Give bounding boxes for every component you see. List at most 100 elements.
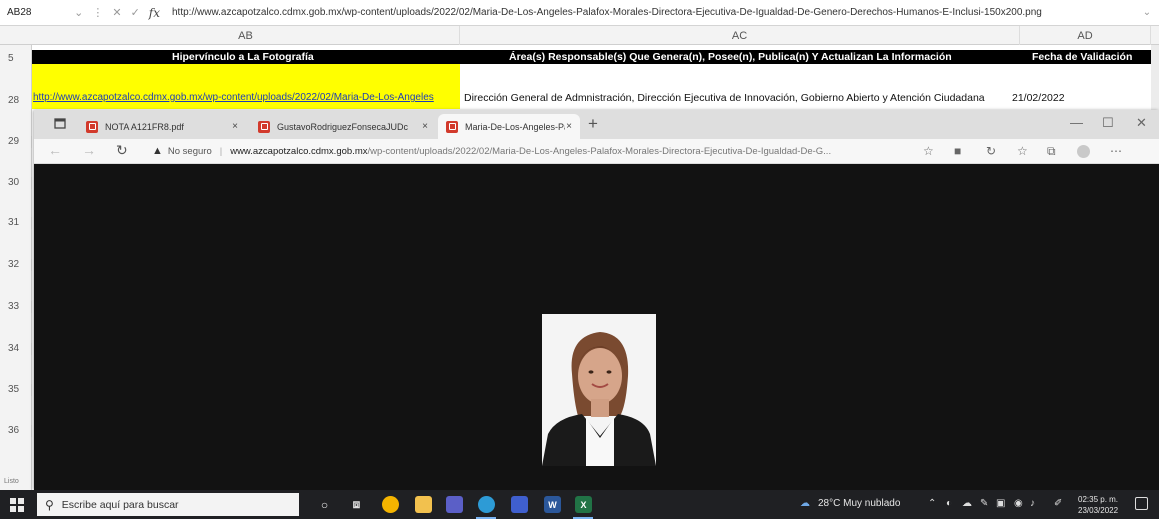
pen-icon[interactable]: ✎ <box>980 498 988 509</box>
pdf-icon <box>258 120 270 133</box>
cell-ad28[interactable]: 21/02/2022 <box>1012 92 1065 104</box>
windows-start-icon[interactable] <box>10 498 24 512</box>
new-tab-button[interactable]: + <box>588 114 598 134</box>
cell-ac28[interactable]: Dirección General de Admnistración, Dire… <box>464 92 985 104</box>
tab-title: GustavoRodriguezFonsecaJUDc <box>277 121 409 132</box>
formula-controls: ⌄ ⋮ ✕ ✓ fx <box>72 6 160 20</box>
word-icon[interactable]: W <box>544 496 561 513</box>
volume-icon[interactable]: ♪ <box>1030 498 1035 509</box>
refresh-extension-icon[interactable]: ↻ <box>986 144 996 158</box>
row-header[interactable]: 35 <box>0 384 32 395</box>
screen: AB28 ⌄ ⋮ ✕ ✓ fx http://www.azcapotzalco.… <box>0 0 1159 519</box>
fx-icon[interactable]: fx <box>149 6 160 20</box>
row-header[interactable]: 29 <box>0 136 32 147</box>
edge-icon[interactable] <box>478 496 495 513</box>
profile-avatar[interactable] <box>1077 145 1090 158</box>
name-box[interactable]: AB28 <box>4 4 72 22</box>
tab-title: NOTA A121FR8.pdf <box>105 121 184 132</box>
column-headers: AB AC AD <box>0 26 1159 45</box>
table-header-row: Hipervínculo a La Fotografía Área(s) Res… <box>32 50 1159 64</box>
pdf-icon <box>86 120 98 133</box>
chevron-down-icon[interactable]: ⌄ <box>74 6 83 19</box>
url-path[interactable]: /wp-content/uploads/2022/02/Maria-De-Los… <box>367 146 831 157</box>
security-warning[interactable]: No seguro <box>168 146 212 157</box>
collections-icon[interactable]: ⧉ <box>1047 144 1056 159</box>
browser-window: NOTA A121FR8.pdf × GustavoRodriguezFonse… <box>34 110 1159 490</box>
favorites-icon[interactable]: ☆ <box>1017 144 1028 158</box>
check-icon[interactable]: ✓ <box>131 6 140 19</box>
close-icon[interactable]: × <box>422 121 428 132</box>
file-explorer-icon[interactable] <box>415 496 432 513</box>
image-viewport <box>34 164 1159 490</box>
meet-icon[interactable] <box>511 496 528 513</box>
cortana-icon[interactable]: ○ <box>316 496 333 513</box>
row-header[interactable]: 31 <box>0 217 32 228</box>
maximize-icon[interactable]: ☐ <box>1102 115 1114 131</box>
close-icon[interactable]: × <box>566 121 572 132</box>
excel-icon[interactable]: X <box>575 496 592 513</box>
display-icon[interactable]: ▣ <box>996 498 1005 509</box>
url-divider: | <box>219 145 223 157</box>
row-header[interactable]: 33 <box>0 301 32 312</box>
status-ready: Listo <box>4 478 19 485</box>
photo-hyperlink[interactable]: http://www.azcapotzalco.cdmx.gob.mx/wp-c… <box>33 92 461 103</box>
cancel-icon[interactable]: ✕ <box>112 6 121 19</box>
extension-icon[interactable]: ■ <box>954 144 961 158</box>
column-header-ac[interactable]: AC <box>460 26 1020 45</box>
row-header[interactable]: 36 <box>0 425 32 436</box>
formula-input[interactable]: http://www.azcapotzalco.cdmx.gob.mx/wp-c… <box>160 7 1135 18</box>
header-ad: Fecha de Validación <box>1032 51 1133 63</box>
address-bar-row: ← → ↻ ▲ No seguro | www.azcapotzalco.cdm… <box>34 139 1159 164</box>
weather-text[interactable]: 28°C Muy nublado <box>818 498 900 509</box>
tab-nota-pdf[interactable]: NOTA A121FR8.pdf × <box>78 114 246 139</box>
taskbar-search[interactable]: ⚲ Escribe aquí para buscar <box>37 493 299 516</box>
tab-strip: NOTA A121FR8.pdf × GustavoRodriguezFonse… <box>34 110 1159 139</box>
refresh-icon[interactable]: ↻ <box>116 142 128 159</box>
clock[interactable]: 02:35 p. m. 23/03/2022 <box>1078 494 1118 516</box>
address-bar[interactable]: ▲ No seguro | www.azcapotzalco.cdmx.gob.… <box>152 145 831 157</box>
header-ac: Área(s) Responsable(s) Que Genera(n), Po… <box>509 51 952 63</box>
column-header-ad[interactable]: AD <box>1020 26 1151 45</box>
table-row: http://www.azcapotzalco.cdmx.gob.mx/wp-c… <box>32 90 1159 106</box>
task-view-icon[interactable]: ⧈ <box>348 496 365 513</box>
divider-icon: ⋮ <box>92 7 104 19</box>
minimize-icon[interactable]: — <box>1070 115 1083 130</box>
url-host[interactable]: www.azcapotzalco.cdmx.gob.mx <box>230 146 367 157</box>
clock-date: 23/03/2022 <box>1078 506 1119 515</box>
row-header[interactable]: 32 <box>0 259 32 270</box>
edit-icon[interactable]: ✐ <box>1054 498 1062 509</box>
tab-title: Maria-De-Los-Angeles-Palafox-M <box>465 121 565 132</box>
warning-icon[interactable]: ▲ <box>152 145 163 157</box>
forward-icon[interactable]: → <box>82 142 96 158</box>
close-window-icon[interactable]: ✕ <box>1136 115 1147 131</box>
window-menu-icon[interactable] <box>54 118 66 129</box>
header-ab: Hipervínculo a La Fotografía <box>172 51 314 63</box>
back-icon[interactable]: ← <box>48 142 62 158</box>
taskbar: ⚲ Escribe aquí para buscar ○ ⧈ W X ☁ 28°… <box>0 490 1159 519</box>
onedrive-icon[interactable]: ☁ <box>962 498 972 509</box>
notification-icon[interactable] <box>1135 497 1148 510</box>
wifi-icon[interactable]: ◉ <box>1014 498 1023 509</box>
chevron-up-icon[interactable]: ⌃ <box>928 498 936 509</box>
weather-icon[interactable]: ☁ <box>800 498 810 509</box>
more-icon[interactable]: ⋯ <box>1110 144 1122 158</box>
formula-bar: AB28 ⌄ ⋮ ✕ ✓ fx http://www.azcapotzalco.… <box>0 0 1159 26</box>
clock-time: 02:35 p. m. <box>1078 495 1119 504</box>
tab-maria-photo[interactable]: Maria-De-Los-Angeles-Palafox-M × <box>438 114 580 139</box>
row-header[interactable]: 28 <box>0 95 32 106</box>
search-icon: ⚲ <box>45 497 54 512</box>
read-aloud-icon[interactable]: ☆ <box>923 144 934 158</box>
tab-gustavo-pdf[interactable]: GustavoRodriguezFonsecaJUDc × <box>250 114 436 139</box>
app-tray-icon[interactable]: ◐ <box>946 498 952 509</box>
close-icon[interactable]: × <box>232 121 238 132</box>
chrome-icon[interactable] <box>382 496 399 513</box>
portrait-photo[interactable] <box>542 314 656 466</box>
row-header[interactable]: 30 <box>0 177 32 188</box>
teams-icon[interactable] <box>446 496 463 513</box>
search-placeholder: Escribe aquí para buscar <box>61 498 179 511</box>
row-header[interactable]: 5 <box>0 53 32 64</box>
expand-formula-icon[interactable]: ⌄ <box>1135 7 1159 18</box>
pdf-icon <box>446 120 458 133</box>
row-header[interactable]: 34 <box>0 343 32 354</box>
column-header-ab[interactable]: AB <box>32 26 460 45</box>
